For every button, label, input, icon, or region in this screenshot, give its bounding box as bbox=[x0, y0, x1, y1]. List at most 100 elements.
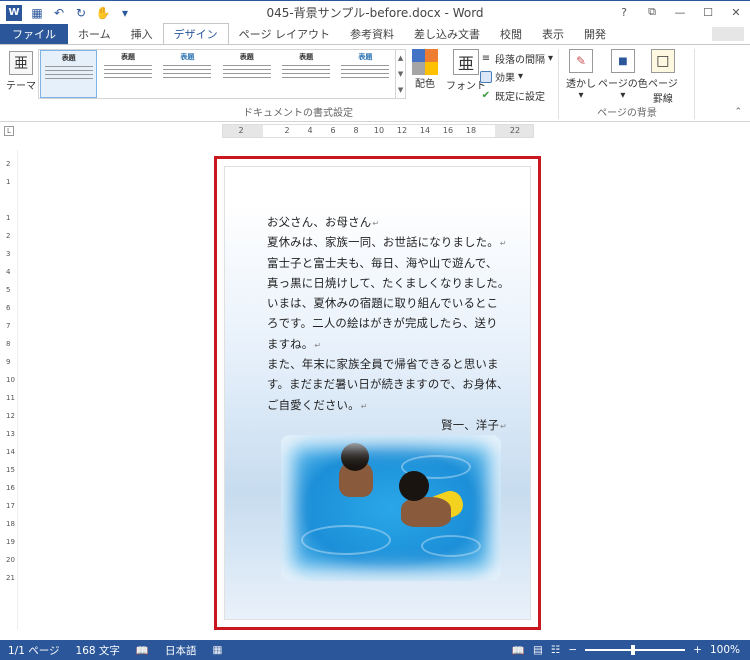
set-default-button[interactable]: ✔ 既定に設定 bbox=[480, 88, 545, 103]
tab-home[interactable]: ホーム bbox=[68, 24, 121, 44]
chevron-down-icon: ▾ bbox=[578, 90, 584, 101]
colors-button[interactable]: 配色 bbox=[412, 49, 438, 90]
page-borders-button[interactable]: □ ページ 罫線 bbox=[648, 49, 678, 105]
customize-icon[interactable]: ▾ bbox=[118, 6, 132, 20]
group-separator bbox=[558, 49, 559, 119]
close-button[interactable]: ✕ bbox=[722, 1, 750, 23]
ruler-tick: 8 bbox=[6, 340, 11, 348]
tab-developer[interactable]: 開発 bbox=[574, 24, 616, 44]
letter-line: 夏休みは、家族一同、お世話になりました。↵ bbox=[267, 235, 507, 250]
macro-status[interactable]: ▦ bbox=[205, 644, 231, 656]
style-thumb[interactable]: 表題 bbox=[277, 50, 335, 98]
collapse-ribbon-icon[interactable]: ⌃ bbox=[734, 107, 742, 117]
watermark-label: 透かし bbox=[566, 79, 596, 90]
tab-view[interactable]: 表示 bbox=[532, 24, 574, 44]
document-format-gallery[interactable]: 表題 表題 表題 表題 表題 表題 ▲ ▼ ▼ bbox=[38, 49, 406, 99]
chevron-down-icon[interactable]: ▼ bbox=[398, 70, 403, 78]
tab-page-layout[interactable]: ページ レイアウト bbox=[229, 24, 340, 44]
proofing-status[interactable]: 📖 bbox=[128, 644, 157, 657]
macro-icon: ▦ bbox=[212, 644, 223, 656]
gallery-scroll[interactable]: ▲ ▼ ▼ bbox=[395, 50, 405, 98]
maximize-button[interactable]: ☐ bbox=[694, 1, 722, 23]
page-count[interactable]: 1/1 ページ bbox=[0, 643, 68, 658]
letter-line: 真っ黒に日焼けして、たくましくなりました。 bbox=[267, 275, 510, 290]
read-mode-icon[interactable]: 📖 bbox=[512, 644, 525, 657]
web-layout-icon[interactable]: ☷ bbox=[551, 644, 560, 656]
group-separator bbox=[694, 49, 695, 119]
letter-line: す。まだまだ暑い日が続きますので、お身体、 bbox=[267, 377, 509, 392]
gallery-more-icon[interactable]: ▼ bbox=[398, 86, 403, 94]
redo-icon[interactable]: ↻ bbox=[74, 6, 88, 20]
ruler-tick: 12 bbox=[6, 412, 15, 420]
zoom-slider[interactable] bbox=[585, 645, 686, 655]
zoom-in-icon[interactable]: + bbox=[693, 644, 702, 656]
tab-insert[interactable]: 挿入 bbox=[121, 24, 163, 44]
help-icon[interactable]: ? bbox=[610, 1, 638, 23]
undo-icon[interactable]: ↶ bbox=[52, 6, 66, 20]
page-borders-icon: □ bbox=[650, 49, 675, 73]
zoom-slider-knob[interactable] bbox=[631, 645, 636, 655]
watermark-button[interactable]: ✎ 透かし ▾ bbox=[566, 49, 596, 101]
ribbon-display-icon[interactable]: ⧉ bbox=[638, 1, 666, 23]
user-account[interactable] bbox=[712, 27, 744, 41]
paragraph-spacing-button[interactable]: ≡ 段落の間隔 ▾ bbox=[480, 51, 553, 66]
language-label: 日本語 bbox=[165, 644, 197, 657]
page-color-button[interactable]: ◾ ページの色 ▾ bbox=[598, 49, 648, 101]
style-thumb-title: 表題 bbox=[239, 53, 254, 61]
document-format-group-label: ドキュメントの書式設定 bbox=[243, 108, 353, 119]
tab-design[interactable]: デザイン bbox=[162, 23, 229, 44]
zoom-out-icon[interactable]: − bbox=[568, 644, 577, 656]
style-thumb-lines bbox=[341, 65, 390, 81]
ruler-tick: 16 bbox=[6, 484, 15, 492]
style-thumb-title: 表題 bbox=[180, 53, 195, 61]
ruler-tick: 10 bbox=[6, 376, 15, 384]
theme-icon: 亜 bbox=[9, 51, 33, 75]
language-status[interactable]: 日本語 bbox=[157, 643, 205, 658]
tab-mailings[interactable]: 差し込み文書 bbox=[404, 24, 490, 44]
document-page[interactable]: お父さん、お母さん↵ 夏休みは、家族一同、お世話になりました。↵ 富士子と富士夫… bbox=[224, 166, 531, 620]
tab-selector[interactable]: L bbox=[4, 126, 14, 136]
letter-signature: 賢一、洋子↵ bbox=[441, 417, 507, 432]
effects-button[interactable]: 効果 ▾ bbox=[480, 69, 523, 84]
tab-references[interactable]: 参考資料 bbox=[340, 24, 404, 44]
ruler-area: L 2 2 4 6 8 10 12 14 16 18 22 bbox=[0, 122, 750, 142]
ruler-tick: 18 bbox=[465, 126, 477, 135]
ruler-tick: 5 bbox=[6, 286, 11, 294]
vertical-ruler[interactable]: 2 1 1 2 3 4 5 6 7 8 9 10 11 12 13 14 15 … bbox=[4, 150, 18, 630]
ruler-tick: 2 bbox=[284, 126, 290, 135]
ruler-tick: 13 bbox=[6, 430, 15, 438]
window-controls: ? ⧉ — ☐ ✕ bbox=[610, 1, 750, 23]
proofing-icon: 📖 bbox=[135, 644, 149, 657]
print-layout-icon[interactable]: ▤ bbox=[533, 644, 543, 656]
word-count[interactable]: 168 文字 bbox=[68, 643, 128, 658]
word-count-label: 168 文字 bbox=[75, 644, 120, 657]
style-thumb[interactable]: 表題 bbox=[40, 50, 98, 98]
style-thumb[interactable]: 表題 bbox=[99, 50, 157, 98]
page-color-icon: ◾ bbox=[610, 49, 635, 73]
style-thumb[interactable]: 表題 bbox=[336, 50, 395, 98]
minimize-button[interactable]: — bbox=[666, 1, 694, 23]
style-thumb[interactable]: 表題 bbox=[218, 50, 276, 98]
letter-line: ろです。二人の絵はがきが完成したら、送り bbox=[267, 316, 498, 331]
style-thumb[interactable]: 表題 bbox=[158, 50, 217, 98]
effects-icon bbox=[480, 70, 492, 83]
tab-review[interactable]: 校閲 bbox=[490, 24, 532, 44]
zoom-level[interactable]: 100% bbox=[710, 644, 740, 656]
chevron-up-icon[interactable]: ▲ bbox=[398, 54, 403, 62]
swimming-photo[interactable] bbox=[281, 435, 501, 581]
horizontal-ruler[interactable]: 2 2 4 6 8 10 12 14 16 18 22 bbox=[222, 124, 534, 138]
save-icon[interactable]: ▦ bbox=[30, 6, 44, 20]
tab-file[interactable]: ファイル bbox=[0, 24, 68, 44]
letter-body[interactable]: お父さん、お母さん↵ 夏休みは、家族一同、お世話になりました。↵ 富士子と富士夫… bbox=[267, 213, 510, 436]
ruler-tick: 18 bbox=[6, 520, 15, 528]
page-highlight-frame: お父さん、お母さん↵ 夏休みは、家族一同、お世話になりました。↵ 富士子と富士夫… bbox=[214, 156, 541, 630]
theme-button[interactable]: 亜 テーマ bbox=[6, 51, 36, 92]
letter-line: 富士子と富士夫も、毎日、海や山で遊んで、 bbox=[267, 255, 498, 270]
page-borders-label: ページ bbox=[648, 79, 678, 90]
photo-soft-edge bbox=[281, 435, 501, 581]
theme-label: テーマ bbox=[6, 81, 36, 92]
touch-mode-icon[interactable]: ✋ bbox=[96, 6, 111, 20]
effects-label: 効果 bbox=[495, 73, 515, 84]
ruler-tick: 16 bbox=[442, 126, 454, 135]
chevron-down-icon: ▾ bbox=[518, 71, 524, 82]
